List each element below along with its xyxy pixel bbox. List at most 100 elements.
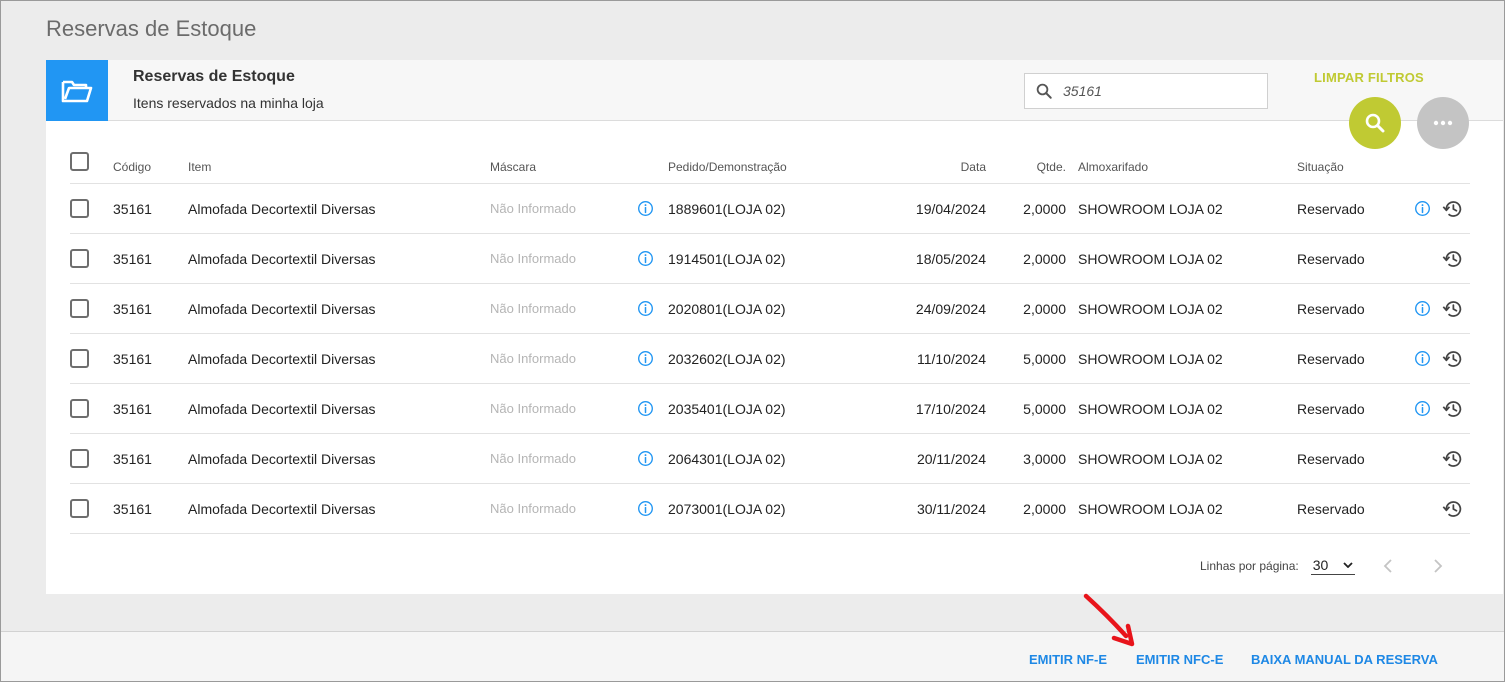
rows-per-page-label: Linhas por página: (1200, 559, 1299, 573)
cell-order: 2032602(LOJA 02) (668, 350, 786, 367)
header-item[interactable]: Item (188, 140, 211, 183)
cell-status: Reservado (1297, 400, 1365, 417)
page-title: Reservas de Estoque (46, 16, 257, 41)
history-icon[interactable] (1442, 349, 1463, 369)
cell-date: 30/11/2024 (916, 500, 986, 517)
header-warehouse[interactable]: Almoxarifado (1078, 140, 1148, 183)
cell-warehouse: SHOWROOM LOJA 02 (1078, 400, 1223, 417)
header-status[interactable]: Situação (1297, 140, 1344, 183)
cell-warehouse: SHOWROOM LOJA 02 (1078, 200, 1223, 217)
more-icon (1433, 120, 1453, 126)
cell-warehouse: SHOWROOM LOJA 02 (1078, 500, 1223, 517)
cell-mask: Não Informado (490, 201, 576, 216)
cell-warehouse: SHOWROOM LOJA 02 (1078, 350, 1223, 367)
history-icon[interactable] (1442, 499, 1463, 519)
manual-release-button[interactable]: BAIXA MANUAL DA RESERVA (1251, 652, 1438, 667)
search-icon (1036, 83, 1052, 99)
header-code[interactable]: Código (113, 140, 151, 183)
row-checkbox[interactable] (70, 299, 89, 318)
cell-order: 2073001(LOJA 02) (668, 500, 786, 517)
table-row[interactable]: 35161 Almofada Decortextil Diversas Não In… (70, 384, 1470, 434)
chevron-right-icon[interactable] (1433, 558, 1443, 574)
chevron-left-icon[interactable] (1383, 558, 1393, 574)
cell-status: Reservado (1297, 450, 1365, 467)
row-checkbox[interactable] (70, 349, 89, 368)
cell-order: 2020801(LOJA 02) (668, 300, 786, 317)
info-icon[interactable] (1414, 350, 1431, 367)
table-row[interactable]: 35161 Almofada Decortextil Diversas Não In… (70, 334, 1470, 384)
info-icon[interactable] (637, 450, 654, 467)
search-icon (1365, 113, 1385, 133)
cell-status: Reservado (1297, 200, 1365, 217)
cell-status: Reservado (1297, 500, 1365, 517)
more-options-button[interactable] (1417, 97, 1469, 149)
row-checkbox[interactable] (70, 499, 89, 518)
history-icon[interactable] (1442, 249, 1463, 269)
cell-order: 2064301(LOJA 02) (668, 450, 786, 467)
cell-status: Reservado (1297, 350, 1365, 367)
header-qty[interactable]: Qtde. (986, 140, 1066, 183)
card-title: Reservas de Estoque (133, 68, 295, 85)
cell-warehouse: SHOWROOM LOJA 02 (1078, 300, 1223, 317)
cell-warehouse: SHOWROOM LOJA 02 (1078, 250, 1223, 267)
clear-filters-button[interactable]: LIMPAR FILTROS (1314, 70, 1424, 85)
header-date[interactable]: Data (850, 140, 986, 183)
info-icon[interactable] (637, 200, 654, 217)
info-icon[interactable] (637, 300, 654, 317)
cell-item: Almofada Decortextil Diversas (188, 450, 376, 467)
history-icon[interactable] (1442, 399, 1463, 419)
cell-qty: 2,0000 (1023, 200, 1066, 217)
info-icon[interactable] (1414, 300, 1431, 317)
select-all-checkbox[interactable] (70, 152, 89, 171)
info-icon[interactable] (637, 400, 654, 417)
table-body: 35161 Almofada Decortextil Diversas Não In… (70, 184, 1470, 534)
cell-code: 35161 (113, 500, 152, 517)
cell-mask: Não Informado (490, 251, 576, 266)
cell-qty: 3,0000 (1023, 450, 1066, 467)
chevron-down-icon (1343, 562, 1353, 568)
history-icon[interactable] (1442, 299, 1463, 319)
row-checkbox[interactable] (70, 399, 89, 418)
table-row[interactable]: 35161 Almofada Decortextil Diversas Não In… (70, 184, 1470, 234)
history-icon[interactable] (1442, 199, 1463, 219)
cell-mask: Não Informado (490, 351, 576, 366)
row-checkbox[interactable] (70, 249, 89, 268)
cell-qty: 2,0000 (1023, 300, 1066, 317)
table-row[interactable]: 35161 Almofada Decortextil Diversas Não In… (70, 284, 1470, 334)
cell-status: Reservado (1297, 300, 1365, 317)
cell-date: 24/09/2024 (915, 300, 986, 317)
cell-code: 35161 (113, 200, 152, 217)
cell-date: 18/05/2024 (915, 250, 986, 267)
table-row[interactable]: 35161 Almofada Decortextil Diversas Não In… (70, 484, 1470, 534)
history-icon[interactable] (1442, 449, 1463, 469)
emit-nfce-button[interactable]: EMITIR NFC-E (1136, 652, 1223, 667)
info-icon[interactable] (637, 350, 654, 367)
rows-per-page-select[interactable]: 30 (1310, 557, 1355, 575)
cell-item: Almofada Decortextil Diversas (188, 500, 376, 517)
cell-qty: 5,0000 (1023, 350, 1066, 367)
cell-warehouse: SHOWROOM LOJA 02 (1078, 450, 1223, 467)
search-input[interactable] (1063, 83, 1243, 99)
header-order[interactable]: Pedido/Demonstração (668, 140, 787, 183)
cell-mask: Não Informado (490, 301, 576, 316)
table-header-row: Código Item Máscara Pedido/Demonstração … (70, 140, 1470, 184)
table-row[interactable]: 35161 Almofada Decortextil Diversas Não In… (70, 434, 1470, 484)
cell-order: 1889601(LOJA 02) (668, 200, 786, 217)
header-mask[interactable]: Máscara (490, 140, 536, 183)
cell-mask: Não Informado (490, 401, 576, 416)
emit-nfe-button[interactable]: EMITIR NF-E (1029, 652, 1107, 667)
cell-item: Almofada Decortextil Diversas (188, 350, 376, 367)
cell-code: 35161 (113, 350, 152, 367)
info-icon[interactable] (637, 250, 654, 267)
row-checkbox[interactable] (70, 449, 89, 468)
table-row[interactable]: 35161 Almofada Decortextil Diversas Não In… (70, 234, 1470, 284)
info-icon[interactable] (637, 500, 654, 517)
info-icon[interactable] (1414, 400, 1431, 417)
info-icon[interactable] (1414, 200, 1431, 217)
row-checkbox[interactable] (70, 199, 89, 218)
card-header: Reservas de Estoque Itens reservados na … (46, 60, 1503, 121)
cell-qty: 2,0000 (1023, 500, 1066, 517)
search-button[interactable] (1349, 97, 1401, 149)
search-field[interactable] (1024, 73, 1268, 109)
cell-order: 1914501(LOJA 02) (668, 250, 786, 267)
